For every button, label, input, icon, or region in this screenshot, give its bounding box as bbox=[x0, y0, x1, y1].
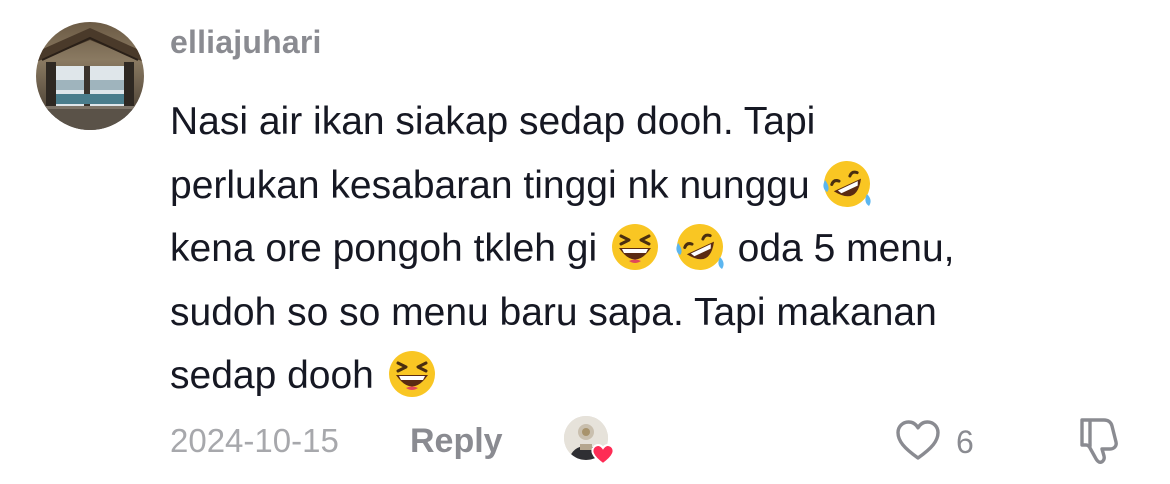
comment-line: sedap dooh bbox=[170, 344, 1130, 408]
laughing-emoji bbox=[612, 224, 658, 270]
rofl-emoji bbox=[676, 224, 724, 270]
comment-line: sudoh so so menu baru sapa. Tapi makanan bbox=[170, 290, 937, 334]
like-count: 6 bbox=[956, 424, 974, 460]
comment-username[interactable]: elliajuhari bbox=[170, 24, 322, 61]
comment-line: kena ore pongoh tkleh gi oda 5 menu, bbox=[170, 217, 1130, 281]
comment-text: Nasi air ikan siakap sedap dooh. Tapi pe… bbox=[170, 90, 1130, 408]
comment-actions: 2024-10-15 Reply 6 bbox=[170, 414, 1130, 466]
laughing-emoji bbox=[388, 351, 435, 397]
avatar-image bbox=[36, 22, 144, 130]
user-avatar[interactable] bbox=[36, 22, 144, 130]
comment-line: Nasi air ikan siakap sedap dooh. Tapi bbox=[170, 100, 816, 143]
creator-liked-heart-icon bbox=[564, 416, 615, 466]
reply-button[interactable]: Reply bbox=[410, 422, 503, 461]
thumbs-down-icon[interactable] bbox=[1074, 414, 1126, 466]
heart-outline-icon[interactable] bbox=[894, 418, 942, 462]
comment-line: perlukan kesabaran tinggi nk nunggu bbox=[170, 154, 1130, 218]
comment-date: 2024-10-15 bbox=[170, 422, 339, 459]
rofl-emoji bbox=[823, 160, 872, 207]
